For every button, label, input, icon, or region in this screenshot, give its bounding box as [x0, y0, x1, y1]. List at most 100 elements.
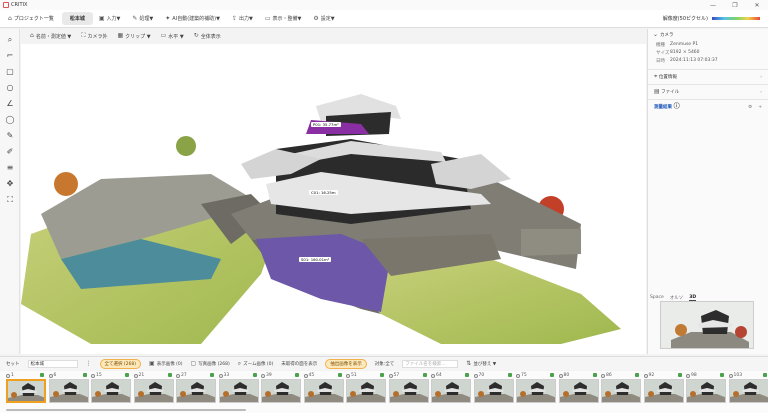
radio-icon[interactable] — [558, 373, 563, 378]
radio-icon[interactable] — [218, 373, 223, 378]
radio-icon[interactable] — [601, 373, 605, 378]
menu-process[interactable]: ✎ 処理▼ — [126, 15, 159, 22]
tag-filter-dropdown[interactable]: ⌂ 名前・測定値 ▼ — [30, 33, 71, 40]
checked-icon — [337, 373, 342, 377]
thumbnail-item[interactable]: 21 — [133, 373, 174, 407]
radio-icon[interactable] — [6, 373, 10, 378]
angle-icon[interactable]: ∠ — [5, 99, 15, 109]
radio-icon[interactable] — [388, 373, 393, 378]
radio-icon[interactable] — [91, 373, 95, 378]
thumbnail-label: 98 — [686, 373, 697, 378]
thumbnail-image — [91, 379, 131, 403]
horizontal-dropdown[interactable]: ▭ 水平 ▼ — [161, 33, 184, 40]
checked-icon — [167, 373, 172, 377]
thumbnail-number: 39 — [266, 373, 272, 378]
thumbnail-item[interactable]: 39 — [261, 373, 301, 407]
rect-measure-icon[interactable]: ▢ — [5, 67, 15, 77]
extracted-images-pill[interactable]: 抽出画像を表示 — [325, 358, 367, 369]
3d-viewport[interactable]: P01: 35.77m² C01: 16.25m S01: 160.01m² — [21, 44, 646, 354]
filter-photo-images[interactable]: ▢ 写真画像 (268) — [191, 360, 230, 367]
radio-icon[interactable] — [686, 373, 690, 378]
select-all-pill[interactable]: 全て選択 (268) — [99, 358, 142, 369]
radio-icon[interactable] — [643, 373, 648, 378]
checked-icon — [252, 373, 257, 377]
file-row[interactable]: ▤ ファイル › — [648, 84, 768, 99]
thumbnail-item[interactable]: 33 — [218, 373, 259, 407]
radio-icon[interactable] — [176, 373, 180, 378]
horizontal-scrollbar[interactable] — [6, 409, 246, 411]
zoom-icon[interactable]: ⌕ — [5, 35, 15, 45]
thumbnail-item[interactable]: 27 — [176, 373, 216, 407]
thumbnail-item[interactable]: 1 — [6, 373, 46, 407]
thumbnail-item[interactable]: 64 — [431, 373, 471, 407]
thumbnail-item[interactable]: 92 — [643, 373, 684, 407]
ellipse-icon[interactable]: ◯ — [5, 115, 15, 125]
thumbnail-item[interactable]: 86 — [601, 373, 641, 407]
radio-icon[interactable] — [303, 373, 308, 378]
thumbnail-item[interactable]: 51 — [346, 373, 386, 407]
thumbnail-item[interactable]: 57 — [388, 373, 429, 407]
more-icon[interactable]: ⋮ — [86, 360, 92, 367]
thumbnail-item[interactable]: 80 — [558, 373, 599, 407]
pen-icon[interactable]: ✎ — [5, 131, 15, 141]
sort-dropdown[interactable]: ⇅ 並び替え ▼ — [466, 360, 496, 367]
survey-results-header[interactable]: 測量結果 ⓘ ⚙ + — [648, 99, 768, 114]
thumbnail-label: 39 — [261, 373, 272, 378]
app-title: CRITIX — [11, 2, 28, 8]
measurement-label-mid[interactable]: C01: 16.25m — [309, 190, 338, 195]
move-icon[interactable]: ✥ — [5, 179, 15, 189]
radio-icon[interactable] — [346, 373, 350, 378]
radio-icon[interactable] — [133, 373, 138, 378]
menu-export[interactable]: ⇪ 出力▼ — [226, 15, 259, 22]
menu-input[interactable]: ▣ 入力▼ — [93, 15, 127, 22]
menu-settings[interactable]: ⚙ 設定▼ — [307, 15, 340, 22]
settings-icon[interactable]: ⚙ — [748, 105, 752, 110]
radio-icon[interactable] — [473, 373, 478, 378]
project-list-tab[interactable]: ⌂ プロジェクト一覧 — [0, 12, 62, 25]
thumbnail-image — [516, 379, 556, 403]
measurement-label-base[interactable]: S01: 160.01m² — [299, 257, 332, 262]
fit-all-button[interactable]: ↻ 全体表示 — [194, 33, 221, 40]
target-filter[interactable]: 対象:全て — [375, 361, 395, 367]
camera-header[interactable]: ⌄ カメラ — [648, 29, 768, 41]
radio-icon[interactable] — [431, 373, 435, 378]
thumbnail-item[interactable]: 98 — [686, 373, 726, 407]
clip-dropdown[interactable]: ▦ クリップ ▼ — [117, 33, 150, 40]
minimize-button[interactable]: — — [702, 2, 724, 9]
camera-outside-label: カメラ外 — [87, 33, 108, 40]
edit-icon[interactable]: ✐ — [5, 147, 15, 157]
line-measure-icon[interactable]: ⌐ — [5, 51, 15, 61]
tag-icon: ⌂ — [30, 32, 34, 39]
menu-ai[interactable]: ✦ AI自動(建築的補助)▼ — [159, 15, 226, 22]
camera-outside-toggle[interactable]: ⛶ カメラ外 — [81, 33, 107, 40]
view-toolbar: ⌂ 名前・測定値 ▼ ⛶ カメラ外 ▦ クリップ ▼ ▭ 水平 ▼ ↻ 全体表示 — [20, 29, 646, 43]
thumbnail-item[interactable]: 75 — [516, 373, 556, 407]
list-icon[interactable]: ≡ — [5, 163, 15, 173]
thumbnail-image — [218, 379, 259, 403]
tab-matsumoto[interactable]: 松本城 — [61, 12, 93, 25]
menu-input-label: 入力▼ — [106, 16, 121, 22]
radio-icon[interactable] — [728, 373, 733, 378]
search-input[interactable]: ファイル名を検索... — [402, 359, 459, 368]
radio-icon[interactable] — [261, 373, 265, 378]
circle-measure-icon[interactable]: ○ — [5, 83, 15, 93]
measurement-label-top[interactable]: P01: 35.77m² — [311, 122, 341, 127]
radio-icon[interactable] — [48, 373, 53, 378]
thumbnail-item[interactable]: 6 — [48, 373, 89, 407]
toggle-unacquired[interactable]: 未取得の面を表示 — [281, 361, 317, 367]
radio-icon[interactable] — [516, 373, 520, 378]
close-button[interactable]: ✕ — [746, 2, 768, 9]
fit-icon[interactable]: ⛶ — [5, 195, 15, 205]
thumbnail-item[interactable]: 45 — [303, 373, 344, 407]
thumbnail-item[interactable]: 70 — [473, 373, 514, 407]
filter-zoom-images[interactable]: ⌕ ズーム画像 (0) — [238, 360, 274, 367]
add-icon[interactable]: + — [758, 105, 762, 110]
filter-display-images[interactable]: ▣ 表示画像 (0) — [149, 360, 182, 367]
thumbnail-item[interactable]: 15 — [91, 373, 131, 407]
thumbnail-item[interactable]: 103 — [728, 373, 768, 407]
set-select[interactable]: 松本城 — [27, 359, 78, 368]
ai-icon: ✦ — [165, 14, 171, 22]
maximize-button[interactable]: ❐ — [724, 2, 746, 9]
location-row[interactable]: ⌖ 位置情報 › — [648, 69, 768, 84]
menu-display[interactable]: ▭ 表示・整備▼ — [259, 15, 308, 22]
